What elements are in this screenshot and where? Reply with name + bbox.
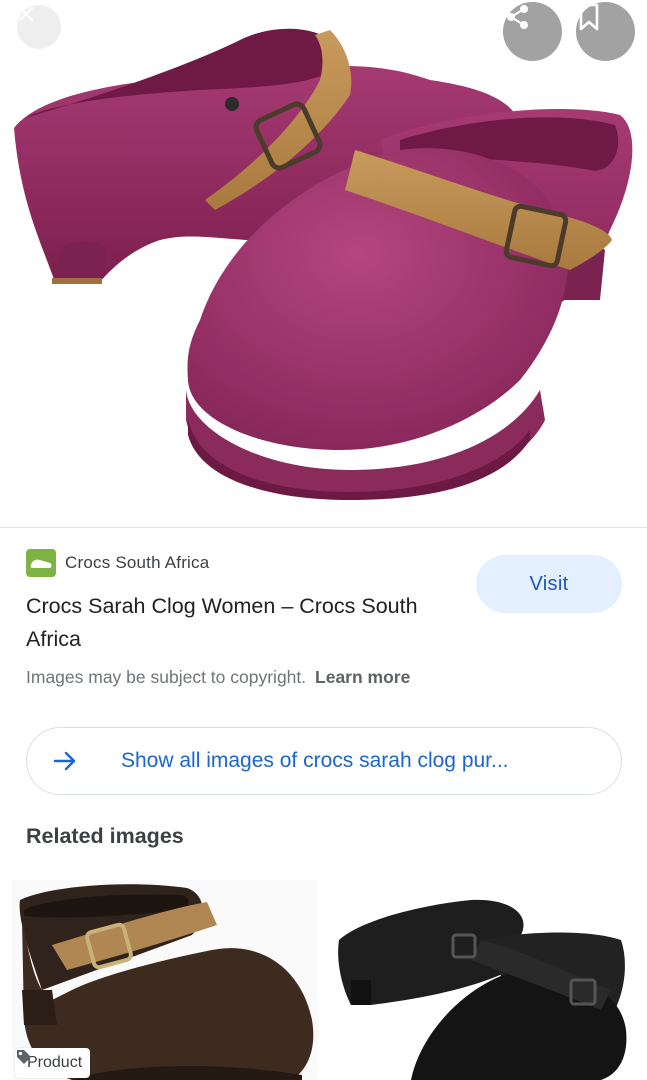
share-icon bbox=[507, 5, 528, 29]
clog-illustration bbox=[14, 28, 633, 500]
related-image-1[interactable]: Product bbox=[12, 880, 318, 1080]
product-badge: Product bbox=[15, 1048, 91, 1078]
divider bbox=[0, 527, 647, 528]
arrow-right-icon bbox=[53, 751, 76, 771]
visit-button[interactable]: Visit bbox=[476, 555, 622, 613]
source-name: Crocs South Africa bbox=[65, 553, 210, 572]
black-clog-image bbox=[338, 899, 627, 1080]
image-viewer-page: Crocs South Africa Crocs Sarah Clog Wome… bbox=[0, 0, 647, 1080]
related-images-heading: Related images bbox=[26, 824, 184, 848]
show-all-label: Show all images of crocs sarah clog pur.… bbox=[121, 749, 509, 772]
main-image[interactable] bbox=[0, 0, 647, 527]
product-badge-label: Product bbox=[27, 1054, 83, 1071]
source-favicon bbox=[26, 549, 56, 577]
result-title[interactable]: Crocs Sarah Clog Women – Crocs South Afr… bbox=[26, 590, 466, 656]
shoe-icon bbox=[30, 559, 52, 568]
copyright-text: Images may be subject to copyright. bbox=[26, 667, 307, 687]
save-button[interactable] bbox=[576, 2, 635, 61]
share-button[interactable] bbox=[503, 2, 562, 61]
related-image-2[interactable] bbox=[331, 880, 635, 1080]
bookmark-icon bbox=[579, 3, 599, 31]
copyright-notice: Images may be subject to copyright. Lear… bbox=[26, 667, 410, 688]
source-link[interactable]: Crocs South Africa bbox=[26, 549, 209, 577]
show-all-images-button[interactable]: Show all images of crocs sarah clog pur.… bbox=[26, 727, 622, 795]
close-icon bbox=[18, 6, 34, 22]
close-button[interactable] bbox=[17, 5, 61, 49]
tag-icon bbox=[17, 1050, 31, 1064]
learn-more-link[interactable]: Learn more bbox=[315, 667, 410, 687]
